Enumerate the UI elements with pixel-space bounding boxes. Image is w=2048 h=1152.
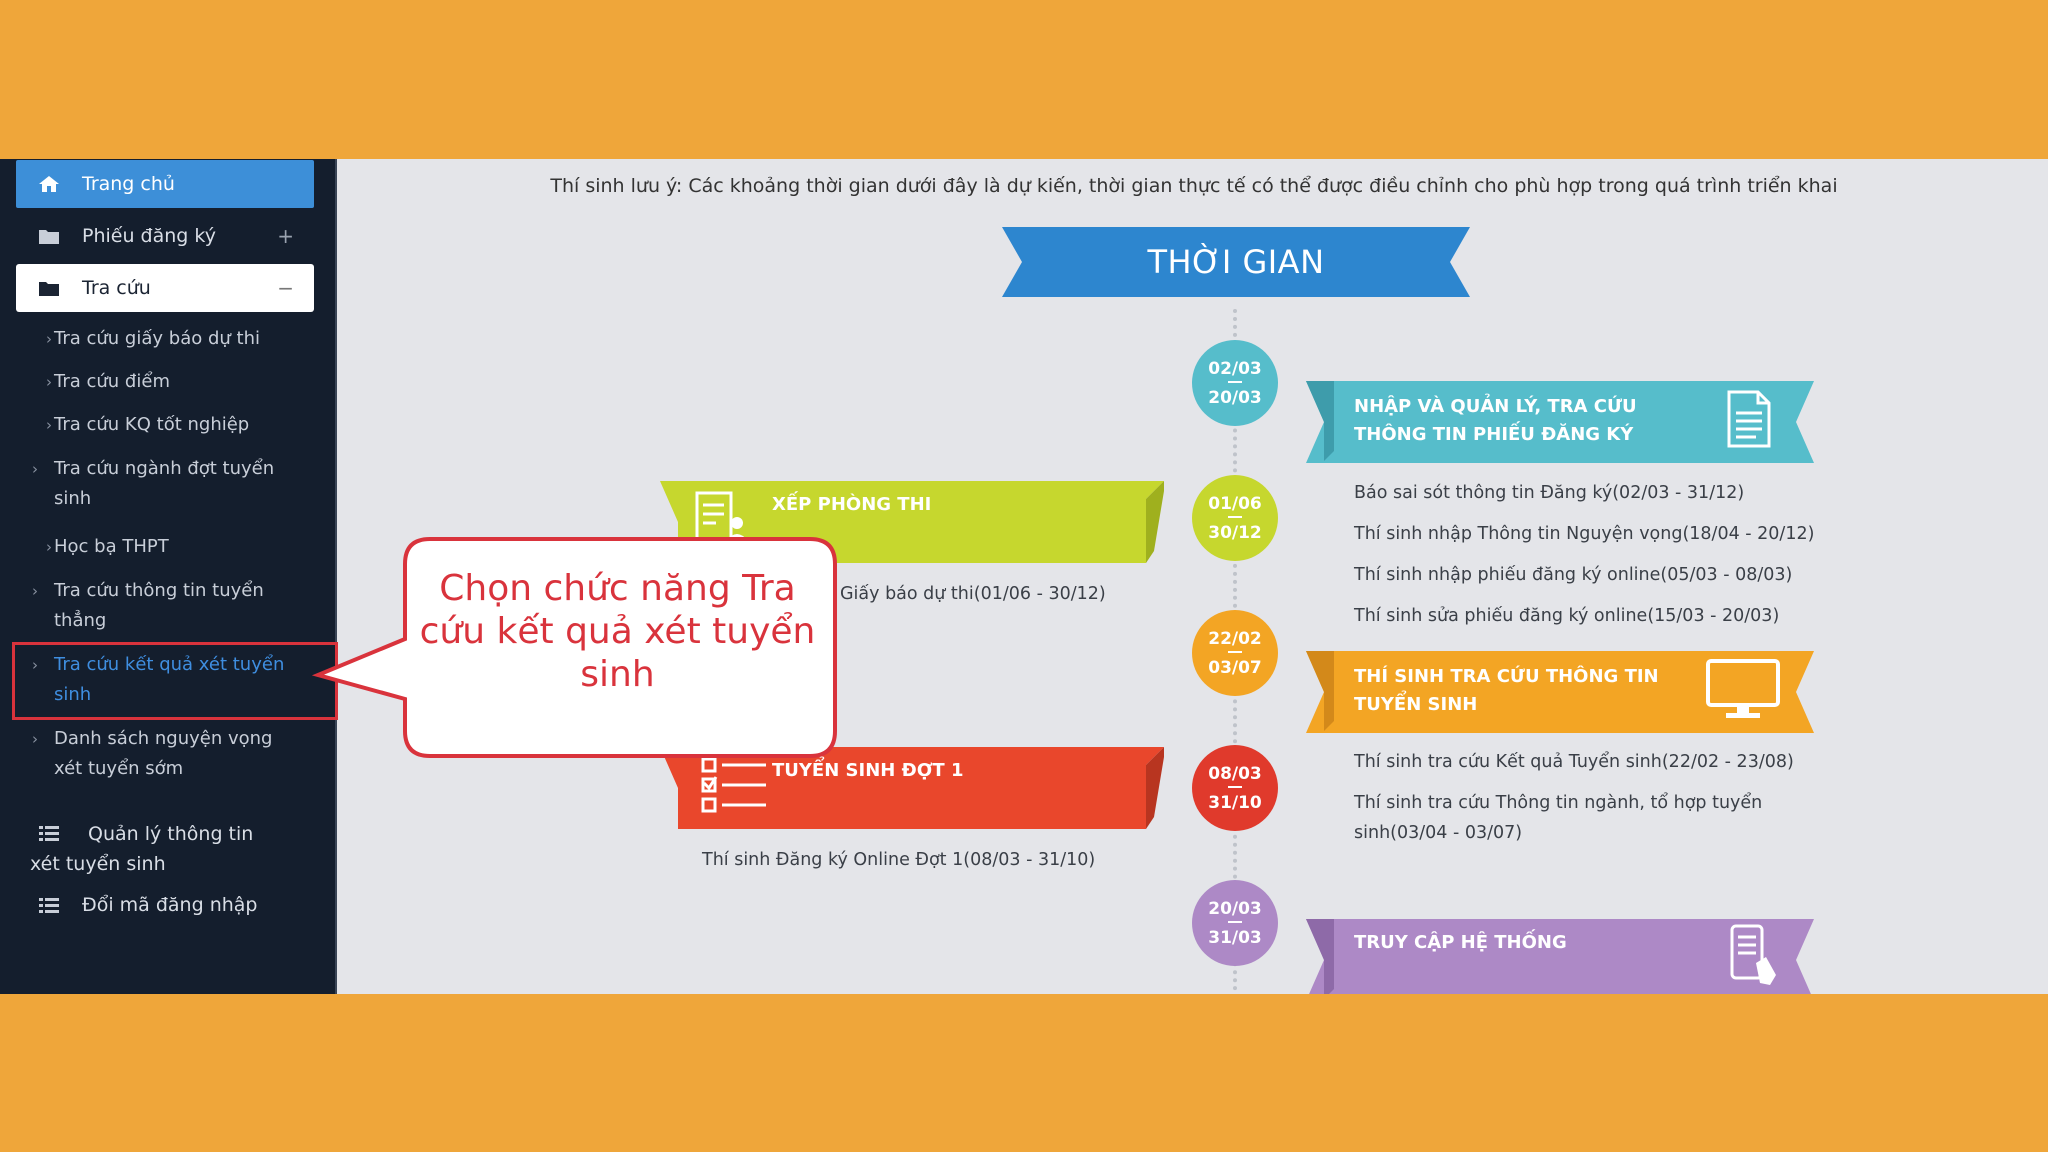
- sidebar-item-label: Tra cứu: [82, 277, 151, 299]
- sidebar-item-admission-info[interactable]: Quản lý thông tin xét tuyển sinh: [16, 809, 314, 879]
- sidebar-item-label: Phiếu đăng ký: [82, 225, 216, 247]
- sidebar-subitem-early-wishes[interactable]: Danh sách nguyện vọng xét tuyển sớm: [32, 724, 302, 784]
- checklist-icon: [701, 757, 766, 813]
- ribbon-access-system: TRUY CẬP HỆ THỐNG: [1306, 919, 1814, 994]
- detail-item: Thí sinh nhập Thông tin Nguyện vọng(18/0…: [1354, 524, 1815, 544]
- screenshot-area: Trang chủ Phiếu đăng ký + Tra cứu − Tra …: [0, 159, 2048, 994]
- sidebar-item-label: Quản lý thông tin xét tuyển sinh: [30, 823, 254, 875]
- ribbon-title: THÍ SINH TRA CỨU THÔNG TIN TUYỂN SINH: [1354, 666, 1659, 715]
- highlight-box: [12, 642, 338, 720]
- user-list-icon: [695, 491, 748, 541]
- sidebar-item-label: Trang chủ: [82, 173, 175, 195]
- ribbon-lookup-info: THÍ SINH TRA CỨU THÔNG TIN TUYỂN SINH: [1306, 651, 1814, 733]
- sidebar-item-label: Đổi mã đăng nhập: [82, 894, 258, 916]
- sidebar-item-change-password[interactable]: Đổi mã đăng nhập: [16, 881, 314, 929]
- ribbon-exam-room: XẾP PHÒNG THI: [660, 481, 1164, 563]
- detail-item: Báo sai sót thông tin Đăng ký(02/03 - 31…: [1354, 483, 1745, 503]
- timeline-title: THỜI GIAN: [1147, 243, 1325, 281]
- sidebar-subitem-graduation[interactable]: Tra cứu KQ tốt nghiệp: [46, 410, 314, 440]
- callout-text: Chọn chức năng Tra cứu kết quả xét tuyển…: [419, 568, 816, 695]
- sidebar-item-registration[interactable]: Phiếu đăng ký +: [16, 212, 314, 260]
- list-icon: [36, 896, 62, 914]
- detail-item: Thí sinh tra cứu Thông tin ngành, tổ hợp…: [1354, 793, 1763, 843]
- expand-icon[interactable]: +: [277, 224, 294, 248]
- sidebar-subitem-transcript[interactable]: Học bạ THPT: [46, 532, 314, 562]
- date-circle: 02/03 20/03: [1192, 340, 1278, 426]
- sidebar-subitem-scores[interactable]: Tra cứu điểm: [46, 367, 314, 397]
- sidebar: Trang chủ Phiếu đăng ký + Tra cứu − Tra …: [0, 159, 338, 994]
- mobile-phone-icon: [1730, 924, 1776, 985]
- monitor-icon: [1706, 659, 1780, 718]
- document-icon: [1727, 390, 1771, 448]
- sidebar-subitem-majors[interactable]: Tra cứu ngành đợt tuyển sinh: [32, 454, 280, 514]
- detail-item: Thí sinh nhập phiếu đăng ký online(05/03…: [1354, 565, 1793, 585]
- ribbon-title: TUYỂN SINH ĐỢT 1: [772, 760, 964, 781]
- ribbon-title: TRUY CẬP HỆ THỐNG: [1354, 932, 1567, 953]
- sidebar-subitem-exam-notice[interactable]: Tra cứu giấy báo dự thi: [46, 324, 314, 354]
- detail-item: Giấy báo dự thi(01/06 - 30/12): [840, 584, 1106, 604]
- ribbon-title: XẾP PHÒNG THI: [772, 494, 932, 515]
- detail-item: Thí sinh sửa phiếu đăng ký online(15/03 …: [1354, 606, 1780, 626]
- date-circle: 20/03 31/03: [1192, 880, 1278, 966]
- date-circle: 22/02 03/07: [1192, 610, 1278, 696]
- detail-item: Thí sinh tra cứu Kết quả Tuyển sinh(22/0…: [1354, 752, 1794, 772]
- folder-icon: [36, 227, 62, 245]
- date-circle: 08/03 31/10: [1192, 745, 1278, 831]
- sidebar-item-home[interactable]: Trang chủ: [16, 160, 314, 208]
- folder-open-icon: [36, 279, 62, 297]
- collapse-icon[interactable]: −: [277, 276, 294, 300]
- notice-text: Thí sinh lưu ý: Các khoảng thời gian dướ…: [550, 175, 1838, 197]
- date-circle: 01/06 30/12: [1192, 475, 1278, 561]
- ribbon-round-1: TUYỂN SINH ĐỢT 1: [660, 747, 1164, 829]
- home-icon: [36, 174, 62, 194]
- sidebar-subitem-direct-admission[interactable]: Tra cứu thông tin tuyển thẳng: [32, 576, 280, 636]
- ribbon-title: NHẬP VÀ QUẢN LÝ, TRA CỨU THÔNG TIN PHIẾU…: [1354, 396, 1637, 445]
- ribbon-manage-registration: NHẬP VÀ QUẢN LÝ, TRA CỨU THÔNG TIN PHIẾU…: [1306, 381, 1814, 463]
- sidebar-item-lookup[interactable]: Tra cứu −: [16, 264, 314, 312]
- detail-item: Thí sinh Đăng ký Online Đợt 1(08/03 - 31…: [702, 850, 1096, 870]
